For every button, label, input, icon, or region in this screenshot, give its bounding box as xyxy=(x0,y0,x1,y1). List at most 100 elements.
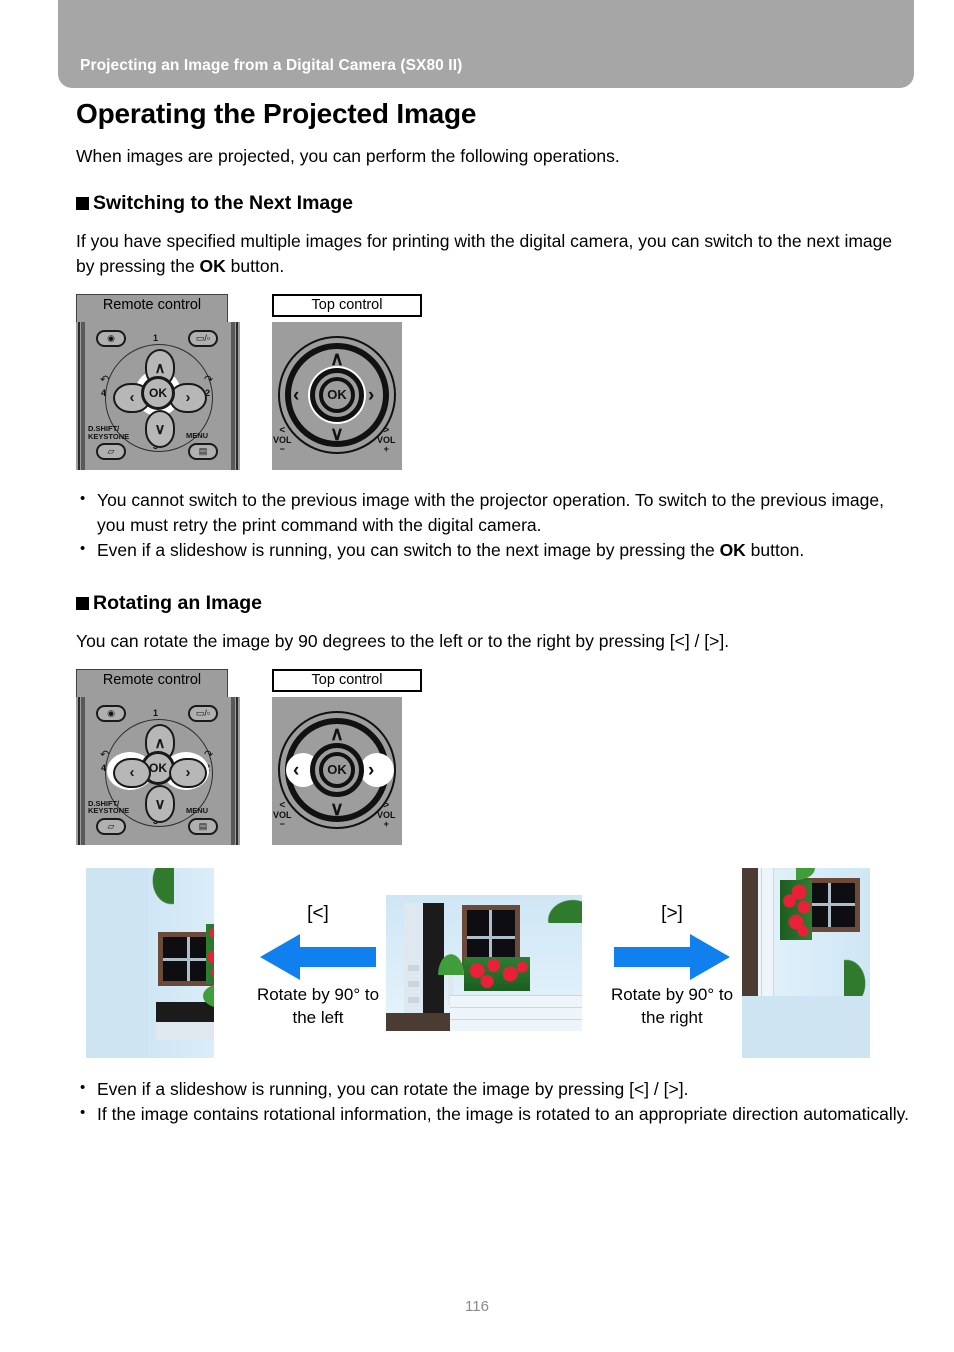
remote-dshift-keystone-label: D.SHIFT/ KEYSTONE xyxy=(88,799,130,816)
page-header-band: Projecting an Image from a Digital Camer… xyxy=(58,0,914,88)
note-text: Even if a slideshow is running, you can … xyxy=(97,1078,689,1099)
remote-edge-left xyxy=(78,321,80,470)
rotate-right-key-label: [>] xyxy=(661,902,683,924)
remote-menu-button[interactable]: ▤ xyxy=(188,442,218,460)
dshift-line-2: KEYSTONE xyxy=(88,806,130,816)
notes-list-1: You cannot switch to the previous image … xyxy=(76,488,914,564)
page-content: Operating the Projected Image When image… xyxy=(76,98,914,1127)
top-control-right-button-1[interactable]: › xyxy=(368,386,374,405)
rotate-right-caption-1: Rotate by 90° to xyxy=(610,985,734,1005)
remote-menu-label: MENU xyxy=(186,430,209,440)
remote-number-4: 4 xyxy=(101,387,107,398)
rotate-right-arc-icon: ↷ xyxy=(204,748,214,761)
top-control-down-button-1[interactable]: ∨ xyxy=(330,425,344,444)
top-control-ok-button-1[interactable]: OK xyxy=(319,376,355,413)
remote-input-button[interactable]: ▭/▫ xyxy=(188,704,218,722)
remote-power-button[interactable]: ◉ xyxy=(96,704,126,722)
note-text-2: button. xyxy=(745,540,805,561)
remote-menu-label: MENU xyxy=(186,805,209,815)
remote-down-button-1[interactable]: ∨ xyxy=(145,409,175,448)
note-text: If the image contains rotational informa… xyxy=(97,1103,909,1124)
vol-minus-pm: − xyxy=(279,818,285,829)
control-label-row-1: Remote control Top control xyxy=(76,293,914,442)
rotate-right-caption-2: the right xyxy=(641,1008,703,1028)
note-text: Even if a slideshow is running, you can … xyxy=(97,540,720,561)
remote-right-button-2[interactable]: › xyxy=(169,757,207,788)
top-control-right-button-2[interactable]: › xyxy=(368,761,374,780)
controls-figure-2: ◉ ▭/▫ ▱ ▤ 1 2 3 4 ↶ ↷ D.SHIFT/ KEYSTONE … xyxy=(76,696,914,847)
section-1-body-post: button. xyxy=(225,256,285,277)
note-item: Even if a slideshow is running, you can … xyxy=(76,1077,914,1102)
remote-rail-left xyxy=(81,321,85,470)
remote-rail-right xyxy=(231,321,235,470)
remote-edge-left xyxy=(78,696,80,845)
rotate-left-arc-icon: ↶ xyxy=(100,373,110,386)
remote-rail-left xyxy=(81,696,85,845)
vol-minus-pm: − xyxy=(279,443,285,454)
rotation-figure: [<] Rotate by 90° to the left [>] Rotate… xyxy=(76,863,914,1063)
remote-right-button-1[interactable]: › xyxy=(169,382,207,413)
square-bullet-icon xyxy=(76,196,89,210)
section-1-body-bold: OK xyxy=(199,256,226,277)
top-control-vol-plus-label: > VOL + xyxy=(377,800,396,829)
label-top-control-2: Top control xyxy=(272,668,422,692)
page-number: 116 xyxy=(465,1298,489,1315)
remote-rail-right xyxy=(231,696,235,845)
note-item: If the image contains rotational informa… xyxy=(76,1102,914,1127)
remote-number-1: 1 xyxy=(153,332,159,343)
section-heading-text: Rotating an Image xyxy=(93,591,263,614)
note-item: You cannot switch to the previous image … xyxy=(76,488,914,539)
remote-left-button-2[interactable]: ‹ xyxy=(113,757,151,788)
header-title: Projecting an Image from a Digital Camer… xyxy=(80,57,463,74)
section-1-body-pre: If you have specified multiple images fo… xyxy=(76,230,893,277)
remote-menu-button[interactable]: ▤ xyxy=(188,817,218,835)
top-control-down-button-2[interactable]: ∨ xyxy=(330,800,344,819)
top-control-left-button-1[interactable]: ‹ xyxy=(293,386,299,405)
remote-number-1: 1 xyxy=(153,707,159,718)
photo-rotated-left xyxy=(86,867,214,1058)
label-top-control-1: Top control xyxy=(272,293,422,317)
rotate-left-key-label: [<] xyxy=(307,902,329,924)
remote-dshift-keystone-button[interactable]: ▱ xyxy=(96,442,126,460)
section-heading-switching: Switching to the Next Image xyxy=(76,192,914,215)
top-control-right-highlight-2 xyxy=(360,752,394,787)
remote-down-button-2[interactable]: ∨ xyxy=(145,784,175,823)
remote-input-button[interactable]: ▭/▫ xyxy=(188,329,218,347)
rotate-left-arc-icon: ↶ xyxy=(100,748,110,761)
photo-original xyxy=(386,894,582,1031)
top-control-diagram-2: ∧ ∨ ‹ › OK < VOL − > VOL + xyxy=(272,696,402,845)
rotate-left-caption-2: the left xyxy=(292,1008,344,1028)
note-text: You cannot switch to the previous image … xyxy=(97,489,884,536)
remote-dshift-keystone-label: D.SHIFT/ KEYSTONE xyxy=(88,424,130,441)
rotate-right-arrow-block: [>] Rotate by 90° to the right xyxy=(582,901,762,1031)
vol-plus-pm: + xyxy=(383,443,389,454)
square-bullet-icon xyxy=(76,597,89,611)
top-control-left-button-2[interactable]: ‹ xyxy=(293,761,299,780)
remote-edge-right xyxy=(236,696,238,845)
dshift-line-2: KEYSTONE xyxy=(88,431,130,441)
top-control-diagram-1: ∧ ∨ ‹ › OK < VOL − > VOL + xyxy=(272,321,402,470)
photo-rotated-right xyxy=(742,867,870,1058)
remote-ok-button-1[interactable]: OK xyxy=(141,375,175,410)
remote-power-button[interactable]: ◉ xyxy=(96,329,126,347)
section-heading-text: Switching to the Next Image xyxy=(93,191,354,214)
remote-dshift-keystone-button[interactable]: ▱ xyxy=(96,817,126,835)
note-item: Even if a slideshow is running, you can … xyxy=(76,538,914,563)
top-control-up-button-2[interactable]: ∧ xyxy=(330,725,344,744)
controls-figure-1: ◉ ▭/▫ ▱ ▤ 1 2 3 4 ↶ ↷ D.SHIFT/ KEYSTONE … xyxy=(76,321,914,472)
top-control-ok-button-2[interactable]: OK xyxy=(319,751,355,788)
notes-list-2: Even if a slideshow is running, you can … xyxy=(76,1077,914,1128)
remote-control-diagram-2: ◉ ▭/▫ ▱ ▤ 1 2 3 4 ↶ ↷ D.SHIFT/ KEYSTONE … xyxy=(76,696,240,845)
page-title: Operating the Projected Image xyxy=(76,98,477,129)
top-control-vol-minus-label: < VOL − xyxy=(273,800,292,829)
intro-paragraph: When images are projected, you can perfo… xyxy=(76,146,620,167)
top-control-vol-plus-label: > VOL + xyxy=(377,425,396,454)
note-bold: OK xyxy=(719,540,746,561)
arrow-right-icon xyxy=(614,934,730,981)
remote-edge-right xyxy=(236,321,238,470)
rotate-left-caption-1: Rotate by 90° to xyxy=(256,985,380,1005)
arrow-left-icon xyxy=(260,934,376,981)
section-1-body: If you have specified multiple images fo… xyxy=(76,229,914,280)
top-control-vol-minus-label: < VOL − xyxy=(273,425,292,454)
rotate-right-arc-icon: ↷ xyxy=(204,373,214,386)
